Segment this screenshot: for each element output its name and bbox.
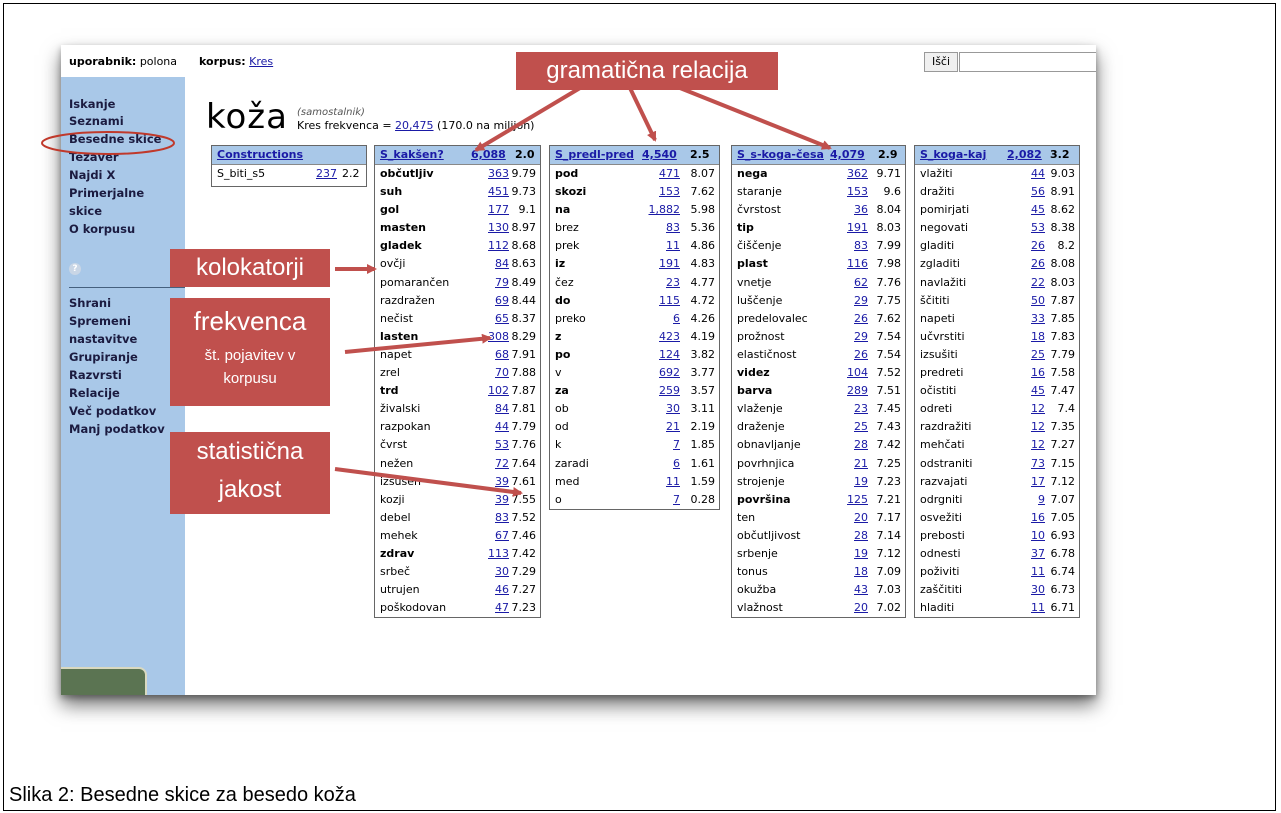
arrow-stat xyxy=(334,467,523,497)
annotation-kolokatorji: kolokatorji xyxy=(170,249,330,287)
arrow-gram-3 xyxy=(679,86,832,150)
annotation-frekvenca-sub1: št. pojavitev v xyxy=(204,347,296,364)
annotation-frekvenca-sub2: korpusu xyxy=(223,370,277,387)
annotation-frekvenca: frekvenca št. pojavitev v korpusu xyxy=(170,298,330,406)
figure-caption: Slika 2: Besedne skice za besedo koža xyxy=(9,784,356,806)
arrow-gram-1 xyxy=(474,86,582,152)
arrow-frek xyxy=(344,333,492,354)
annotation-stat-line2: jakost xyxy=(218,476,282,503)
annotation-staticna-jakost: statistična jakost xyxy=(170,432,330,514)
annotation-stat-line1: statistična xyxy=(196,438,304,465)
annotation-gramaticna-relacija: gramatična relacija xyxy=(516,52,778,90)
annotation-frekvenca-title: frekvenca xyxy=(193,306,307,336)
annotation-arrows xyxy=(334,86,832,497)
arrow-gram-2 xyxy=(628,87,657,142)
